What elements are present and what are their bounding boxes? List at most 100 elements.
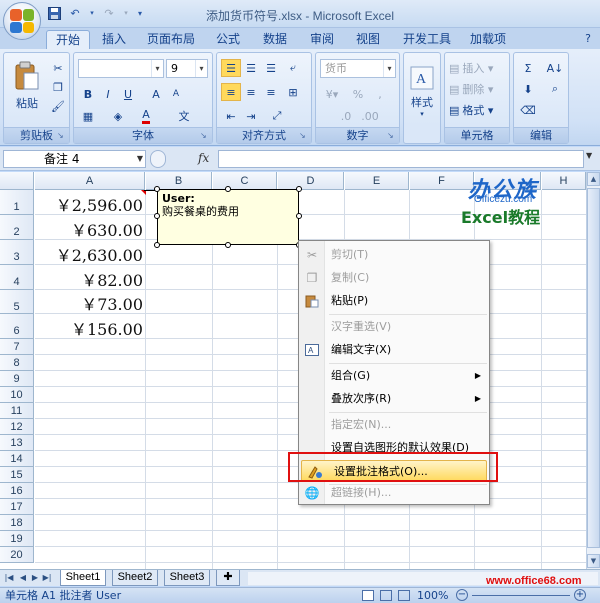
expand-formula-bar-icon[interactable]: ▼ bbox=[586, 151, 592, 160]
select-all-corner[interactable] bbox=[0, 172, 34, 190]
page-break-view-icon[interactable] bbox=[398, 590, 410, 601]
row-header[interactable]: 3 bbox=[0, 240, 34, 265]
merge-center-icon[interactable]: ⊞ bbox=[283, 83, 303, 101]
formula-input[interactable] bbox=[218, 150, 584, 168]
cell-a4[interactable]: ￥82.00 bbox=[35, 267, 145, 291]
currency-format-icon[interactable]: ¥▾ bbox=[320, 85, 344, 103]
sheet-tab-1[interactable]: Sheet1 bbox=[60, 570, 106, 586]
menu-item-paste[interactable]: 粘贴(P) bbox=[299, 290, 489, 312]
menu-item-edit-text[interactable]: A 编辑文字(X) bbox=[299, 339, 489, 361]
menu-item-copy[interactable]: ❐ 复制(C) bbox=[299, 267, 489, 289]
resize-handle[interactable] bbox=[154, 186, 160, 192]
tab-home[interactable]: 开始 bbox=[46, 30, 90, 49]
increase-indent-icon[interactable]: ⇥ bbox=[241, 107, 261, 125]
cut-icon[interactable]: ✂ bbox=[48, 59, 68, 77]
tab-developer[interactable]: 开发工具 bbox=[396, 30, 458, 49]
row-header[interactable]: 8 bbox=[0, 355, 34, 371]
comment-box[interactable]: User: 购买餐桌的费用 bbox=[154, 186, 302, 248]
row-header[interactable]: 15 bbox=[0, 467, 34, 483]
vertical-scrollbar[interactable]: ▲ ▼ bbox=[586, 172, 600, 569]
delete-cells-button[interactable]: ▤ 删除 ▾ bbox=[449, 80, 507, 98]
menu-item-order[interactable]: 叠放次序(R) ▶ bbox=[299, 388, 489, 410]
align-center-icon[interactable]: ≡ bbox=[241, 83, 261, 101]
cell-a3[interactable]: ￥2,630.00 bbox=[35, 242, 145, 266]
number-format-combo[interactable]: 货币 ▾ bbox=[320, 59, 396, 78]
align-right-icon[interactable]: ≡ bbox=[261, 83, 281, 101]
first-sheet-icon[interactable]: |◀ bbox=[4, 572, 14, 584]
clear-icon[interactable]: ⌫ bbox=[516, 101, 540, 119]
find-select-icon[interactable]: ⌕ bbox=[544, 80, 566, 98]
menu-item-reconversion[interactable]: 汉字重选(V) bbox=[299, 316, 489, 338]
copy-icon[interactable]: ❐ bbox=[48, 78, 68, 96]
align-top-icon[interactable]: ☰ bbox=[221, 59, 241, 77]
resize-handle[interactable] bbox=[154, 242, 160, 248]
last-sheet-icon[interactable]: ▶| bbox=[42, 572, 52, 584]
row-header[interactable]: 9 bbox=[0, 371, 34, 387]
tab-formulas[interactable]: 公式 bbox=[208, 30, 248, 49]
fill-icon[interactable]: ⬇ bbox=[516, 80, 540, 98]
help-icon[interactable]: ? bbox=[580, 30, 596, 49]
comma-button[interactable]: , bbox=[370, 85, 390, 103]
font-launcher-icon[interactable]: ↘ bbox=[200, 131, 210, 141]
zoom-in-icon[interactable]: + bbox=[574, 589, 586, 601]
cell-a1[interactable]: ￥2,596.00 bbox=[35, 192, 145, 216]
sheet-tab-3[interactable]: Sheet3 bbox=[164, 570, 210, 586]
office-button[interactable] bbox=[3, 2, 41, 40]
column-header[interactable]: F bbox=[410, 172, 474, 190]
phonetic-button[interactable]: 文 bbox=[170, 107, 198, 125]
normal-view-icon[interactable] bbox=[362, 590, 374, 601]
menu-item-group[interactable]: 组合(G) ▶ bbox=[299, 365, 489, 387]
row-header[interactable]: 4 bbox=[0, 265, 34, 290]
increase-decimal-icon[interactable]: .0 bbox=[336, 107, 356, 125]
format-cells-button[interactable]: ▤ 格式 ▾ bbox=[449, 101, 507, 119]
insert-cells-button[interactable]: ▤ 插入 ▾ bbox=[449, 59, 507, 77]
tab-addins[interactable]: 加载项 bbox=[464, 30, 512, 49]
font-color-icon[interactable]: A bbox=[136, 107, 156, 125]
next-sheet-icon[interactable]: ▶ bbox=[30, 572, 40, 584]
row-header[interactable]: 19 bbox=[0, 531, 34, 547]
styles-button[interactable]: A 样式 ▾ bbox=[406, 57, 438, 127]
expand-icon[interactable] bbox=[150, 150, 166, 168]
scroll-down-icon[interactable]: ▼ bbox=[587, 554, 600, 568]
clipboard-launcher-icon[interactable]: ↘ bbox=[57, 131, 67, 141]
row-header[interactable]: 20 bbox=[0, 547, 34, 563]
row-header[interactable]: 2 bbox=[0, 215, 34, 240]
tab-data[interactable]: 数据 bbox=[255, 30, 295, 49]
menu-item-assign-macro[interactable]: 指定宏(N)... bbox=[299, 414, 489, 436]
italic-button[interactable]: I bbox=[98, 85, 118, 103]
column-header[interactable]: C bbox=[213, 172, 277, 190]
autosum-button[interactable]: Σ bbox=[516, 59, 540, 77]
format-painter-icon[interactable]: 🖌 bbox=[48, 97, 68, 115]
row-header[interactable]: 13 bbox=[0, 435, 34, 451]
menu-item-hyperlink[interactable]: 🌐 超链接(H)... bbox=[299, 482, 489, 504]
align-left-icon[interactable]: ≡ bbox=[221, 83, 241, 101]
paste-button[interactable]: 粘贴 bbox=[10, 57, 44, 115]
scroll-up-icon[interactable]: ▲ bbox=[587, 172, 600, 186]
align-middle-icon[interactable]: ☰ bbox=[241, 59, 261, 77]
grow-font-icon[interactable]: A bbox=[146, 85, 166, 103]
cell-a2[interactable]: ￥630.00 bbox=[35, 217, 145, 241]
resize-handle[interactable] bbox=[296, 186, 302, 192]
tab-insert[interactable]: 插入 bbox=[94, 30, 134, 49]
scroll-thumb[interactable] bbox=[587, 188, 600, 548]
tab-review[interactable]: 审阅 bbox=[302, 30, 342, 49]
fill-color-icon[interactable]: ◈ bbox=[108, 107, 128, 125]
row-header[interactable]: 10 bbox=[0, 387, 34, 403]
prev-sheet-icon[interactable]: ◀ bbox=[18, 572, 28, 584]
underline-button[interactable]: U bbox=[118, 85, 138, 103]
row-header[interactable]: 18 bbox=[0, 515, 34, 531]
row-header[interactable]: 1 bbox=[0, 190, 34, 215]
resize-handle[interactable] bbox=[154, 213, 160, 219]
menu-item-cut[interactable]: ✂ 剪切(T) bbox=[299, 244, 489, 266]
decrease-decimal-icon[interactable]: .00 bbox=[360, 107, 380, 125]
insert-function-button[interactable]: fx bbox=[198, 151, 209, 165]
borders-icon[interactable]: ▦ bbox=[78, 107, 98, 125]
column-header[interactable]: D bbox=[278, 172, 344, 190]
alignment-launcher-icon[interactable]: ↘ bbox=[299, 131, 309, 141]
page-layout-view-icon[interactable] bbox=[380, 590, 392, 601]
row-header[interactable]: 11 bbox=[0, 403, 34, 419]
row-header[interactable]: 5 bbox=[0, 290, 34, 314]
sheet-tab-2[interactable]: Sheet2 bbox=[112, 570, 158, 586]
column-header[interactable]: A bbox=[35, 172, 145, 190]
tab-page-layout[interactable]: 页面布局 bbox=[140, 30, 202, 49]
